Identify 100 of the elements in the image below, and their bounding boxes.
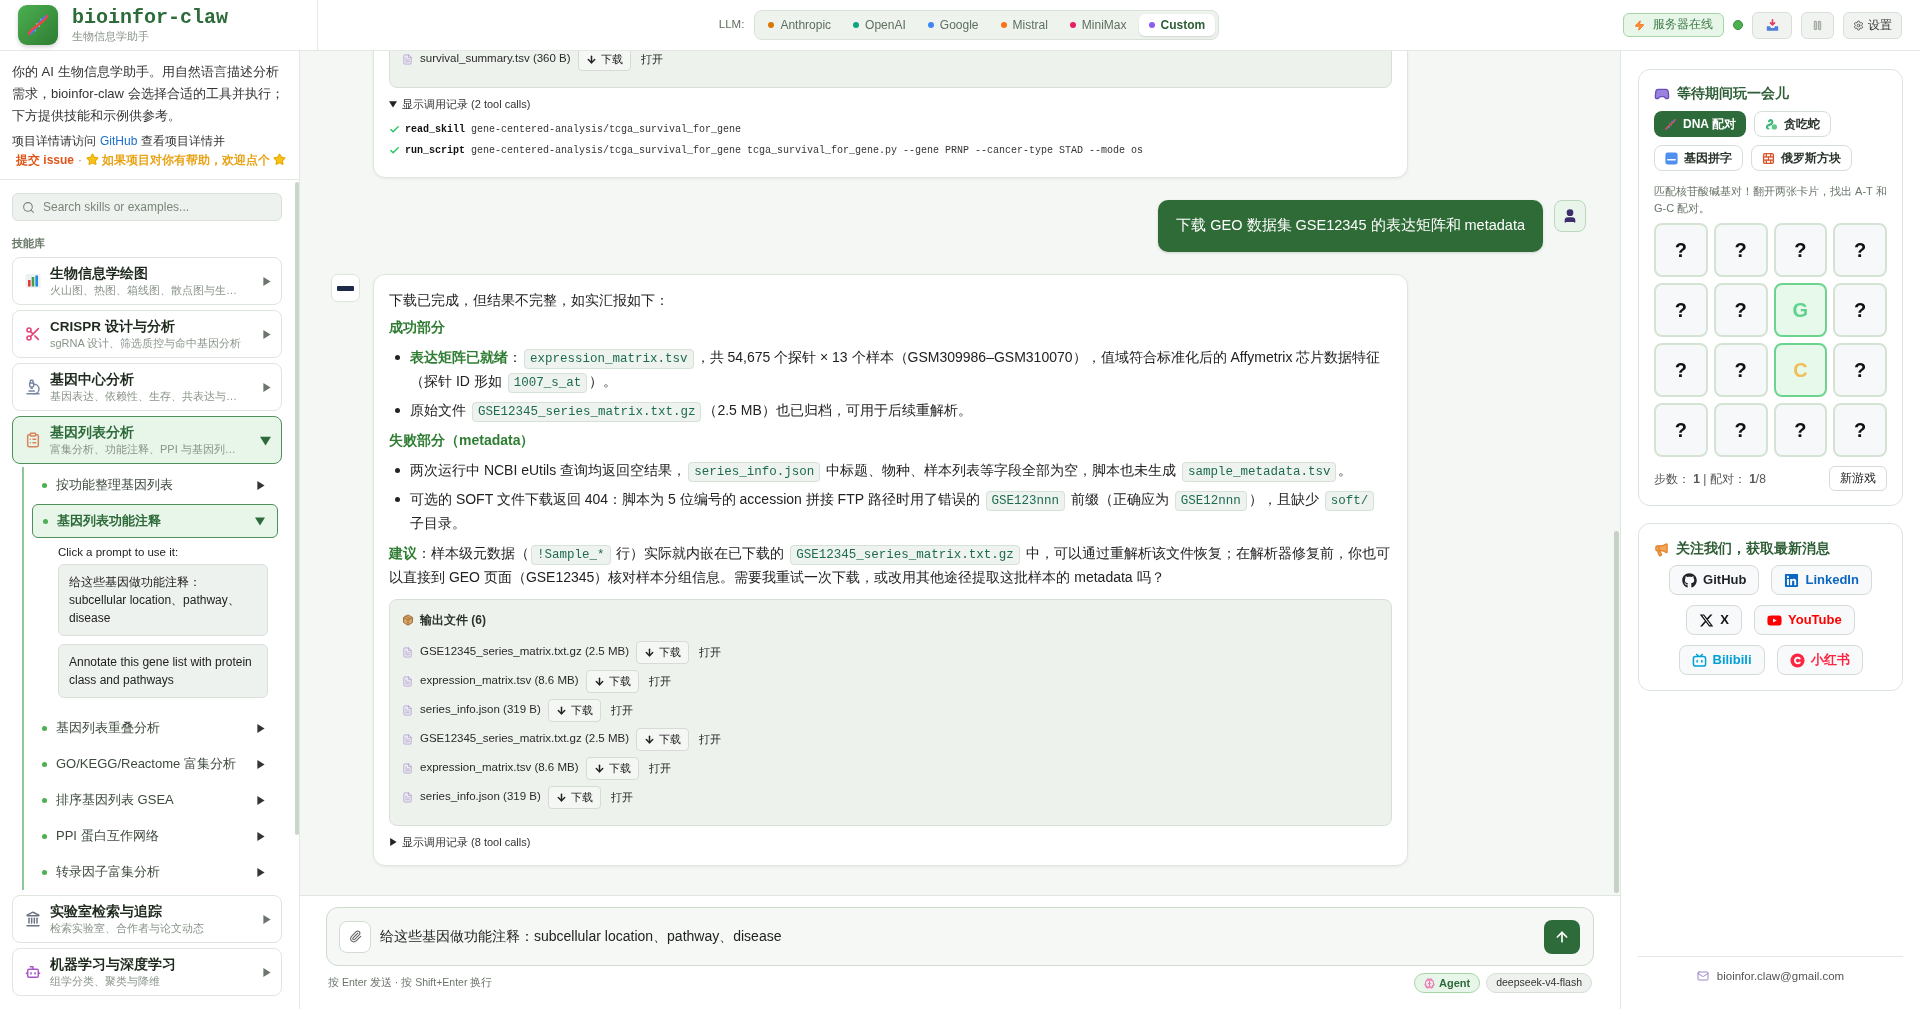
section-label: 技能库 [12, 236, 46, 250]
memory-card[interactable]: ? [1773, 403, 1828, 457]
memory-card[interactable]: ? [1833, 283, 1887, 337]
sub-skill-item[interactable]: GO/KEGG/Reactome 富集分析 [32, 746, 278, 782]
settings-button[interactable]: 设置 [1843, 11, 1902, 39]
mode-badge[interactable]: Agent [1414, 973, 1481, 993]
social-link-button[interactable]: X [1686, 605, 1742, 635]
scrollbar-thumb[interactable] [1614, 531, 1619, 893]
skill-description: 富集分析、功能注释、PPI 与基因列… [50, 441, 236, 457]
sub-skill-item[interactable]: 排序基因列表 GSEA [32, 782, 278, 818]
download-arrow-icon [644, 646, 655, 658]
open-link[interactable]: 打开 [610, 788, 633, 806]
file-icon [402, 733, 413, 745]
provider-tab[interactable]: Anthropic [758, 14, 842, 36]
skill-card[interactable]: CRISPR 设计与分析 sgRNA 设计、筛选质控与命中基因分析 [12, 310, 282, 358]
new-game-button[interactable]: 新游戏 [1829, 466, 1887, 491]
tool-log-toggle[interactable]: 显示调用记录 (8 tool calls) [389, 835, 531, 849]
memory-card[interactable]: ? [1833, 223, 1887, 277]
skill-card[interactable]: 基因列表分析 富集分析、功能注释、PPI 与基因列… [12, 416, 282, 464]
download-button[interactable]: 下载 [585, 669, 639, 693]
sub-skill-item[interactable]: PPI 蛋白互作网络 [32, 818, 278, 854]
game-tab[interactable]: DNA 配对 [1654, 111, 1746, 137]
download-button[interactable]: 下载 [636, 727, 689, 751]
caret-icon [262, 914, 271, 924]
message-input[interactable]: 给这些基因做功能注释：subcellular location、pathway、disease [380, 926, 1535, 947]
scrollbar-thumb[interactable] [295, 182, 299, 835]
social-link-button[interactable]: LinkedIn [1771, 565, 1872, 595]
memory-card[interactable]: ? [1833, 343, 1887, 397]
input-hint: 按 Enter 发送 · 按 Shift+Enter 换行 [328, 975, 493, 991]
memory-card[interactable]: ? [1833, 403, 1887, 457]
memory-card[interactable]: ? [1713, 403, 1768, 457]
github-link[interactable]: GitHub [100, 134, 138, 148]
download-button[interactable]: 下载 [636, 640, 689, 664]
memory-card[interactable]: ? [1713, 343, 1768, 397]
download-button[interactable]: 下载 [547, 785, 601, 809]
inline-code: GSE12nnn [1174, 491, 1247, 511]
memory-card[interactable]: ? [1654, 223, 1708, 277]
prompt-hint: Click a prompt to use it: [58, 545, 180, 559]
social-link-button[interactable]: YouTube [1754, 605, 1855, 635]
server-status-button[interactable]: 服务器在线 [1623, 13, 1724, 37]
memory-card[interactable]: ? [1654, 343, 1708, 397]
skill-card[interactable]: 机器学习与深度学习 组学分类、聚类与降维 [12, 948, 282, 996]
download-button[interactable]: 下载 [577, 51, 631, 71]
memory-card[interactable]: ? [1654, 283, 1708, 337]
search-input[interactable]: Search skills or examples... [43, 198, 272, 216]
open-link[interactable]: 打开 [648, 672, 671, 690]
game-tab[interactable]: 基因拼字 [1654, 145, 1743, 171]
example-prompt[interactable]: 给这些基因做功能注释：subcellular location、pathway、disease [58, 564, 268, 636]
sub-skill-item[interactable]: 转录因子富集分析 [32, 854, 278, 890]
search-icon [22, 200, 35, 214]
follow-title: 关注我们，获取最新消息 [1676, 539, 1830, 558]
send-button[interactable] [1544, 919, 1580, 954]
skill-title: 实验室检索与追踪 [50, 902, 162, 920]
memory-card[interactable]: ? [1713, 223, 1768, 277]
clipboard-icon [25, 432, 41, 448]
download-button[interactable]: 下载 [547, 698, 601, 722]
sub-skill-item[interactable]: 按功能整理基因列表 [32, 467, 278, 503]
example-prompt[interactable]: Annotate this gene list with protein class and pathways [58, 644, 268, 698]
provider-tab[interactable]: Google [917, 14, 989, 36]
skill-title: 基因列表分析 [50, 423, 134, 441]
open-link[interactable]: 打开 [640, 51, 663, 68]
llm-label: LLM: [718, 17, 745, 33]
app-subtitle: 生物信息学助手 [72, 29, 150, 43]
x-logo-icon [1699, 612, 1715, 628]
sub-skill-item[interactable]: 基因列表功能注释 [32, 504, 278, 538]
open-link[interactable]: 打开 [610, 701, 633, 719]
user-message: 下载 GEO 数据集 GSE12345 的表达矩阵和 metadata [1158, 200, 1543, 252]
provider-tab[interactable]: Custom [1138, 14, 1216, 36]
game-tab[interactable]: 俄罗斯方块 [1751, 145, 1852, 171]
github-icon [1682, 572, 1698, 588]
memory-card[interactable]: ? [1713, 283, 1768, 337]
memory-card[interactable]: ? [1654, 403, 1708, 457]
inbox-button[interactable] [1752, 11, 1792, 39]
open-link[interactable]: 打开 [648, 759, 671, 777]
skill-description: 基因表达、依赖性、生存、共表达与… [50, 388, 237, 404]
social-link-button[interactable]: 小红书 [1776, 645, 1863, 675]
tool-log-toggle[interactable]: 显示调用记录 (2 tool calls) [389, 97, 531, 111]
open-link[interactable]: 打开 [699, 730, 721, 748]
game-tab[interactable]: 贪吃蛇 [1753, 111, 1831, 137]
skill-card[interactable]: 生物信息学绘图 火山图、热图、箱线图、散点图与生… [12, 257, 282, 305]
social-link-button[interactable]: GitHub [1669, 565, 1760, 595]
skill-description: 火山图、热图、箱线图、散点图与生… [50, 282, 237, 298]
skill-card[interactable]: 基因中心分析 基因表达、依赖性、生存、共表达与… [12, 363, 282, 411]
download-button[interactable]: 下载 [585, 756, 639, 780]
scissors-icon [25, 326, 41, 342]
open-link[interactable]: 打开 [699, 643, 721, 661]
provider-tab[interactable]: MiniMax [1059, 14, 1137, 36]
file-name: series_info.json (319 B) [420, 702, 541, 718]
sub-skill-item[interactable]: 基因列表重叠分析 [32, 710, 278, 746]
skill-card[interactable]: 实验室检索与追踪 检索实验室、合作者与论文动态 [12, 895, 282, 943]
model-badge[interactable]: deepseek-v4-flash [1486, 973, 1592, 993]
message-input-box[interactable]: 给这些基因做功能注释：subcellular location、pathway、disease [326, 907, 1594, 966]
search-field[interactable]: Search skills or examples... [12, 193, 282, 221]
provider-tab[interactable]: OpenAI [843, 14, 916, 36]
provider-tab[interactable]: Mistral [990, 14, 1058, 36]
memory-card[interactable]: ? [1773, 223, 1828, 277]
attach-button[interactable] [339, 920, 371, 953]
submit-issue-link[interactable]: 提交 issue [16, 153, 75, 167]
pause-button[interactable] [1801, 11, 1834, 39]
file-icon [402, 646, 413, 658]
